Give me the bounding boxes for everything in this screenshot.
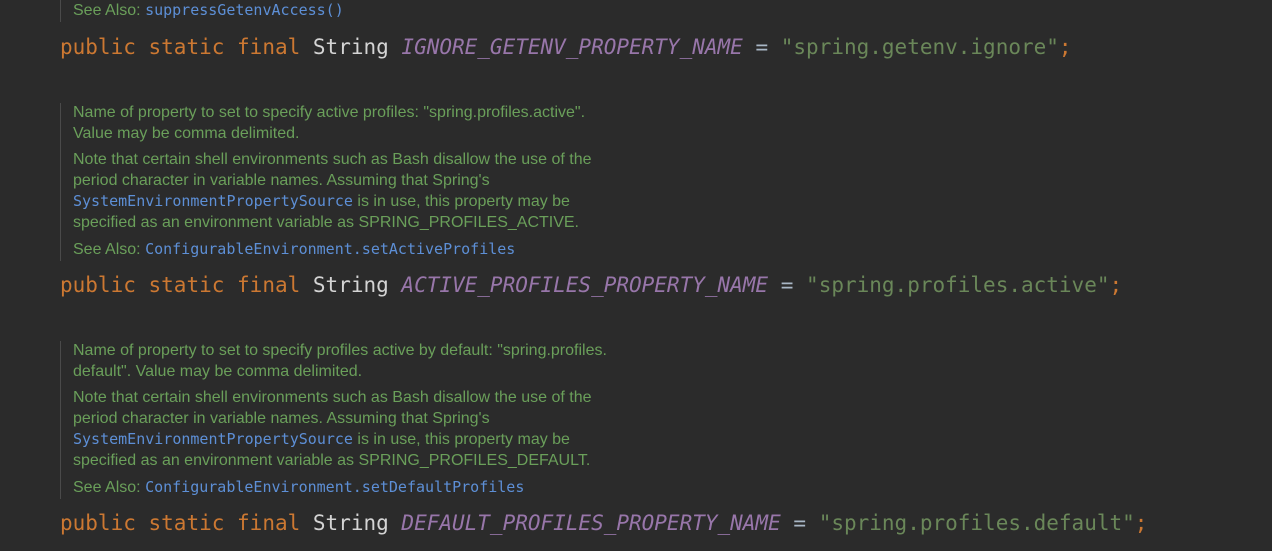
string-literal: "spring.profiles.active" — [806, 273, 1110, 297]
doc-description: Name of property to set to specify activ… — [73, 103, 760, 144]
keyword-final: final — [237, 511, 301, 535]
see-also-label: See Also: — [73, 2, 141, 19]
keyword-static: static — [148, 35, 225, 59]
doc-note-line: Note that certain shell environments suc… — [73, 151, 592, 168]
assign-operator: = — [780, 273, 794, 297]
keyword-static: static — [148, 273, 225, 297]
see-also-link-set-default-profiles[interactable]: ConfigurableEnvironment.setDefaultProfil… — [145, 478, 524, 496]
doc-note: Note that certain shell environments suc… — [73, 388, 760, 471]
doc-description: Name of property to set to specify profi… — [73, 341, 760, 382]
type-string: String — [312, 273, 389, 297]
declaration-ignore-getenv-property-name: public static final String IGNORE_GETENV… — [60, 34, 1072, 60]
constant-name: DEFAULT_PROFILES_PROPERTY_NAME — [401, 511, 781, 535]
system-environment-property-source-link[interactable]: SystemEnvironmentPropertySource — [73, 430, 353, 448]
keyword-public: public — [60, 35, 136, 59]
semicolon: ; — [1058, 35, 1072, 59]
declaration-active-profiles-property-name: public static final String ACTIVE_PROFIL… — [60, 272, 1122, 298]
type-string: String — [312, 35, 389, 59]
doc-description-line: Value may be comma delimited. — [73, 124, 300, 142]
constant-name: ACTIVE_PROFILES_PROPERTY_NAME — [401, 273, 769, 297]
see-also-link-set-active-profiles[interactable]: ConfigurableEnvironment.setActiveProfile… — [145, 240, 515, 258]
see-also-line: See Also: suppressGetenvAccess() — [73, 0, 760, 22]
system-environment-property-source-link[interactable]: SystemEnvironmentPropertySource — [73, 192, 353, 210]
doc-comment-ignore-getenv: See Also: suppressGetenvAccess() — [60, 0, 760, 22]
doc-comment-default-profiles: Name of property to set to specify profi… — [60, 341, 760, 499]
keyword-public: public — [60, 511, 136, 535]
doc-note-line: specified as an environment variable as … — [73, 213, 579, 231]
doc-note-line: specified as an environment variable as … — [73, 451, 591, 469]
see-also-line: See Also: ConfigurableEnvironment.setAct… — [73, 239, 760, 261]
see-also-label: See Also: — [73, 479, 141, 496]
doc-description-line: Name of property to set to specify profi… — [73, 342, 607, 359]
assign-operator: = — [793, 511, 807, 535]
string-literal: "spring.getenv.ignore" — [780, 35, 1059, 59]
semicolon: ; — [1134, 511, 1148, 535]
assign-operator: = — [755, 35, 769, 59]
keyword-final: final — [237, 35, 301, 59]
doc-comment-active-profiles: Name of property to set to specify activ… — [60, 103, 760, 261]
keyword-final: final — [237, 273, 301, 297]
doc-description-line: Name of property to set to specify activ… — [73, 104, 586, 121]
doc-note: Note that certain shell environments suc… — [73, 150, 760, 233]
keyword-public: public — [60, 273, 136, 297]
constant-name: IGNORE_GETENV_PROPERTY_NAME — [401, 35, 743, 59]
semicolon: ; — [1109, 273, 1123, 297]
doc-note-line: is in use, this property may be — [352, 431, 570, 448]
declaration-default-profiles-property-name: public static final String DEFAULT_PROFI… — [60, 510, 1147, 536]
doc-note-line: period character in variable names. Assu… — [73, 171, 490, 189]
type-string: String — [312, 511, 389, 535]
doc-note-line: period character in variable names. Assu… — [73, 409, 490, 427]
doc-description-line: default". Value may be comma delimited. — [73, 362, 363, 380]
doc-note-line: Note that certain shell environments suc… — [73, 389, 592, 406]
keyword-static: static — [148, 511, 225, 535]
string-literal: "spring.profiles.default" — [818, 511, 1135, 535]
see-also-link-suppress-getenv-access[interactable]: suppressGetenvAccess() — [145, 1, 344, 19]
see-also-label: See Also: — [73, 241, 141, 258]
see-also-line: See Also: ConfigurableEnvironment.setDef… — [73, 477, 760, 499]
doc-note-line: is in use, this property may be — [352, 193, 570, 210]
